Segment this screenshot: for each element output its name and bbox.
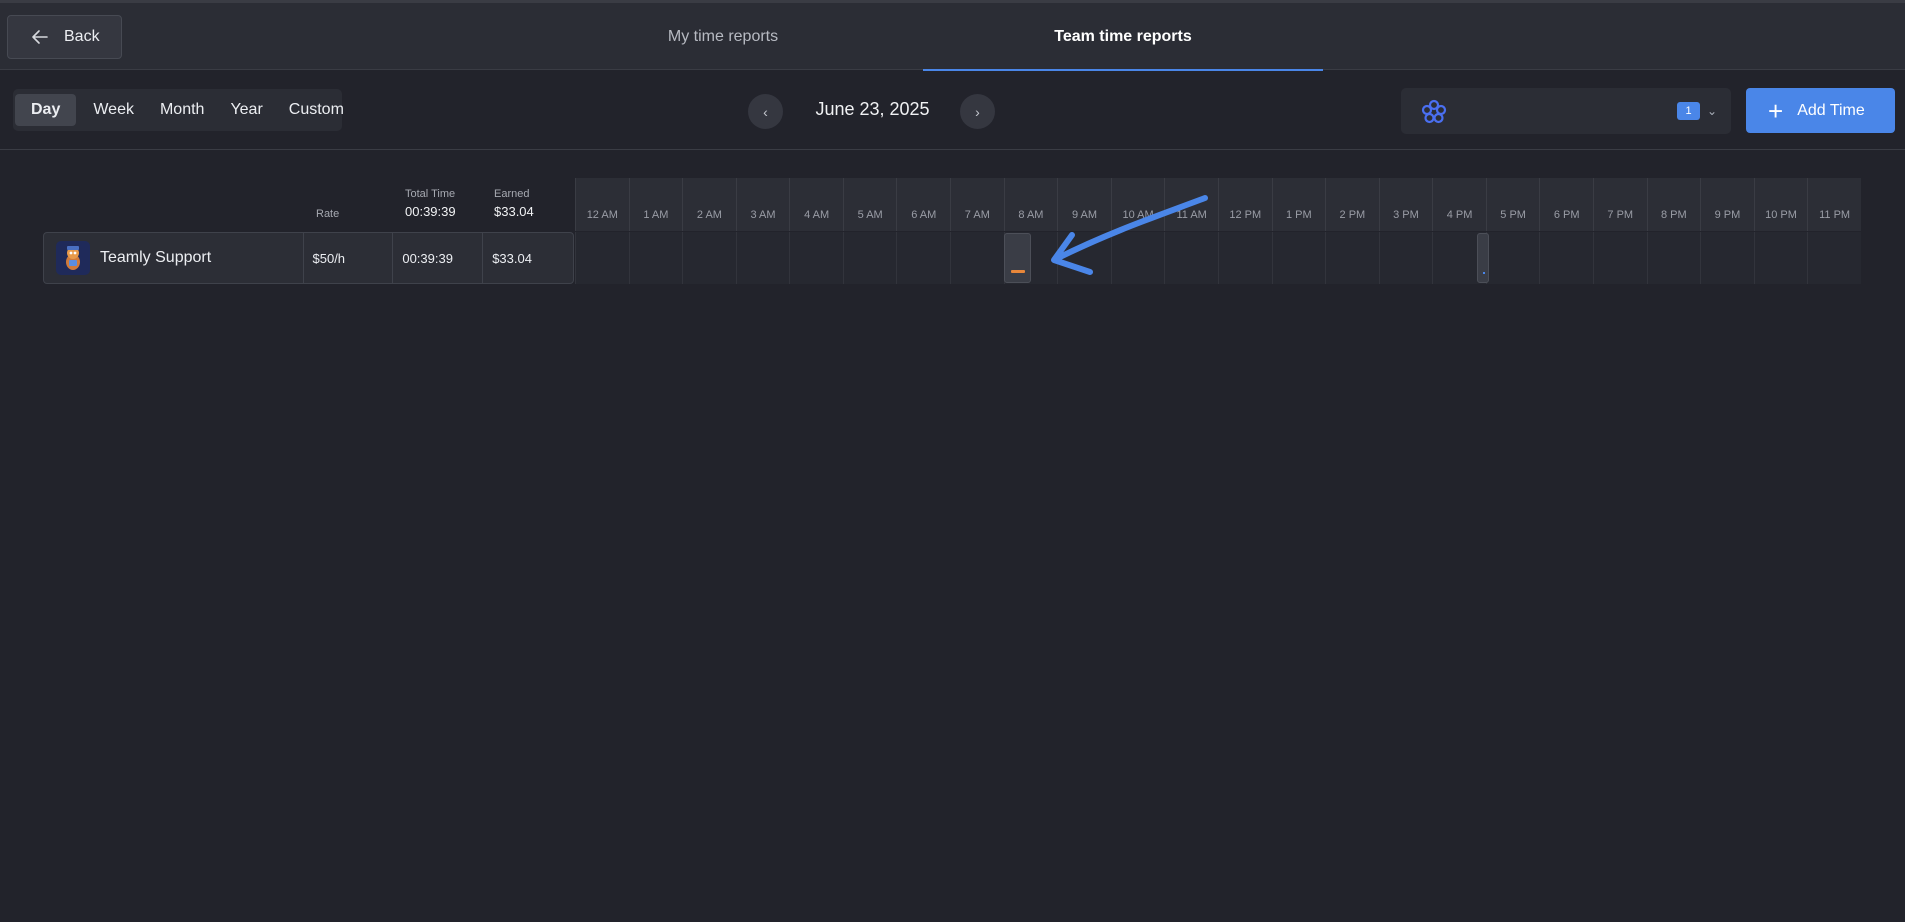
tab-my-time-reports[interactable]: My time reports xyxy=(588,3,858,70)
timeline-cell[interactable] xyxy=(950,232,1004,284)
hour-label: 1 PM xyxy=(1271,178,1326,231)
range-selector: Day Week Month Year Custom xyxy=(13,89,344,131)
arrow-left-icon xyxy=(32,30,48,44)
time-entry-block[interactable] xyxy=(1004,233,1031,283)
range-day-button[interactable]: Day xyxy=(15,94,77,126)
timeline-cell[interactable] xyxy=(1807,232,1861,284)
member-total-time: 00:39:39 xyxy=(393,233,484,283)
hour-label: 12 PM xyxy=(1217,178,1272,231)
hour-label: 2 AM xyxy=(682,178,736,231)
chevron-left-icon: ‹ xyxy=(763,103,768,120)
hour-label: 11 AM xyxy=(1164,178,1218,231)
hour-label: 4 PM xyxy=(1432,178,1486,231)
add-time-button[interactable]: + Add Time xyxy=(1746,88,1895,133)
current-date: June 23, 2025 xyxy=(815,99,930,119)
range-week-button[interactable]: Week xyxy=(80,94,147,126)
add-time-label: Add Time xyxy=(1797,101,1865,119)
chevron-right-icon: › xyxy=(975,103,980,120)
mascot-icon xyxy=(66,246,80,270)
hour-label: 2 PM xyxy=(1325,178,1379,231)
timeline-cell[interactable] xyxy=(1057,232,1111,284)
top-bar: Back My time reports Team time reports xyxy=(0,0,1905,71)
rate-header: Rate xyxy=(316,208,340,220)
tab-team-time-reports[interactable]: Team time reports xyxy=(923,3,1323,71)
hour-label: 3 PM xyxy=(1378,178,1433,231)
hour-label: 5 PM xyxy=(1485,178,1540,231)
timeline-cell[interactable] xyxy=(1539,232,1593,284)
hour-label: 8 AM xyxy=(1003,178,1058,231)
total-time-header: Total Time xyxy=(405,188,456,200)
hour-label: 4 AM xyxy=(789,178,843,231)
timeline-cell[interactable] xyxy=(1646,232,1701,284)
chevron-down-icon: ⌄ xyxy=(1707,104,1718,118)
timeline-cell[interactable] xyxy=(1700,232,1754,284)
range-month-button[interactable]: Month xyxy=(147,94,217,126)
timeline-cell[interactable] xyxy=(735,232,790,284)
member-name: Teamly Support xyxy=(100,249,212,266)
activity-bar xyxy=(1011,270,1025,273)
hour-label: 9 AM xyxy=(1057,178,1111,231)
timeline-cell[interactable] xyxy=(682,232,736,284)
timeline-cell[interactable] xyxy=(1164,232,1218,284)
member-earned: $33.04 xyxy=(492,250,532,266)
member-row[interactable]: Teamly Support $50/h 00:39:39 $33.04 xyxy=(43,232,574,284)
toolbar: Day Week Month Year Custom ‹ June 23, 20… xyxy=(0,70,1905,150)
timeline-cell[interactable] xyxy=(896,232,950,284)
timeline-cell[interactable] xyxy=(1110,232,1165,284)
range-custom-button[interactable]: Custom xyxy=(276,94,357,126)
member-rate: $50/h xyxy=(304,233,394,283)
total-time-value: 00:39:39 xyxy=(405,204,456,219)
team-count-badge: 1 xyxy=(1677,102,1700,120)
timeline-cell[interactable] xyxy=(1485,232,1540,284)
timeline-cell[interactable] xyxy=(575,232,629,284)
earned-value: $33.04 xyxy=(494,204,534,219)
hour-label: 7 AM xyxy=(950,178,1004,231)
hour-label: 3 AM xyxy=(735,178,790,231)
hour-label: 12 AM xyxy=(575,178,629,231)
member-name-cell: Teamly Support xyxy=(44,233,304,283)
hour-label: 6 AM xyxy=(896,178,950,231)
timeline-cell[interactable] xyxy=(842,232,897,284)
timeline-row xyxy=(575,232,1861,284)
timeline-cell[interactable] xyxy=(1217,232,1272,284)
back-label: Back xyxy=(64,28,100,45)
timeline-cell[interactable] xyxy=(628,232,683,284)
timeline-cell[interactable] xyxy=(1753,232,1808,284)
team-select-dropdown[interactable]: 1 ⌄ xyxy=(1401,88,1731,134)
hour-header-row: 12 AM 1 AM 2 AM 3 AM 4 AM 5 AM 6 AM 7 AM 8 AM 9 A… xyxy=(575,178,1861,231)
timeline-cell[interactable] xyxy=(789,232,843,284)
timeline-cell[interactable] xyxy=(1325,232,1379,284)
avatar xyxy=(56,241,90,275)
hour-label: 8 PM xyxy=(1646,178,1701,231)
range-year-button[interactable]: Year xyxy=(217,94,275,126)
plus-icon: + xyxy=(1768,95,1784,126)
hour-label: 11 PM xyxy=(1807,178,1861,231)
back-button[interactable]: Back xyxy=(7,15,122,59)
hour-label: 1 AM xyxy=(628,178,683,231)
timeline-cell[interactable] xyxy=(1592,232,1647,284)
hour-label: 10 AM xyxy=(1110,178,1165,231)
time-entry-block[interactable] xyxy=(1477,233,1489,283)
earned-header: Earned xyxy=(494,188,530,200)
hour-label: 6 PM xyxy=(1539,178,1593,231)
activity-bar xyxy=(1483,272,1485,274)
hour-label: 5 AM xyxy=(842,178,897,231)
hour-label: 9 PM xyxy=(1700,178,1754,231)
team-logo-icon xyxy=(1421,99,1447,124)
hour-label: 10 PM xyxy=(1753,178,1808,231)
next-date-button[interactable]: › xyxy=(960,94,995,129)
timeline-cell[interactable] xyxy=(1378,232,1433,284)
previous-date-button[interactable]: ‹ xyxy=(748,94,783,129)
hour-label: 7 PM xyxy=(1592,178,1647,231)
timeline-cell[interactable] xyxy=(1271,232,1326,284)
